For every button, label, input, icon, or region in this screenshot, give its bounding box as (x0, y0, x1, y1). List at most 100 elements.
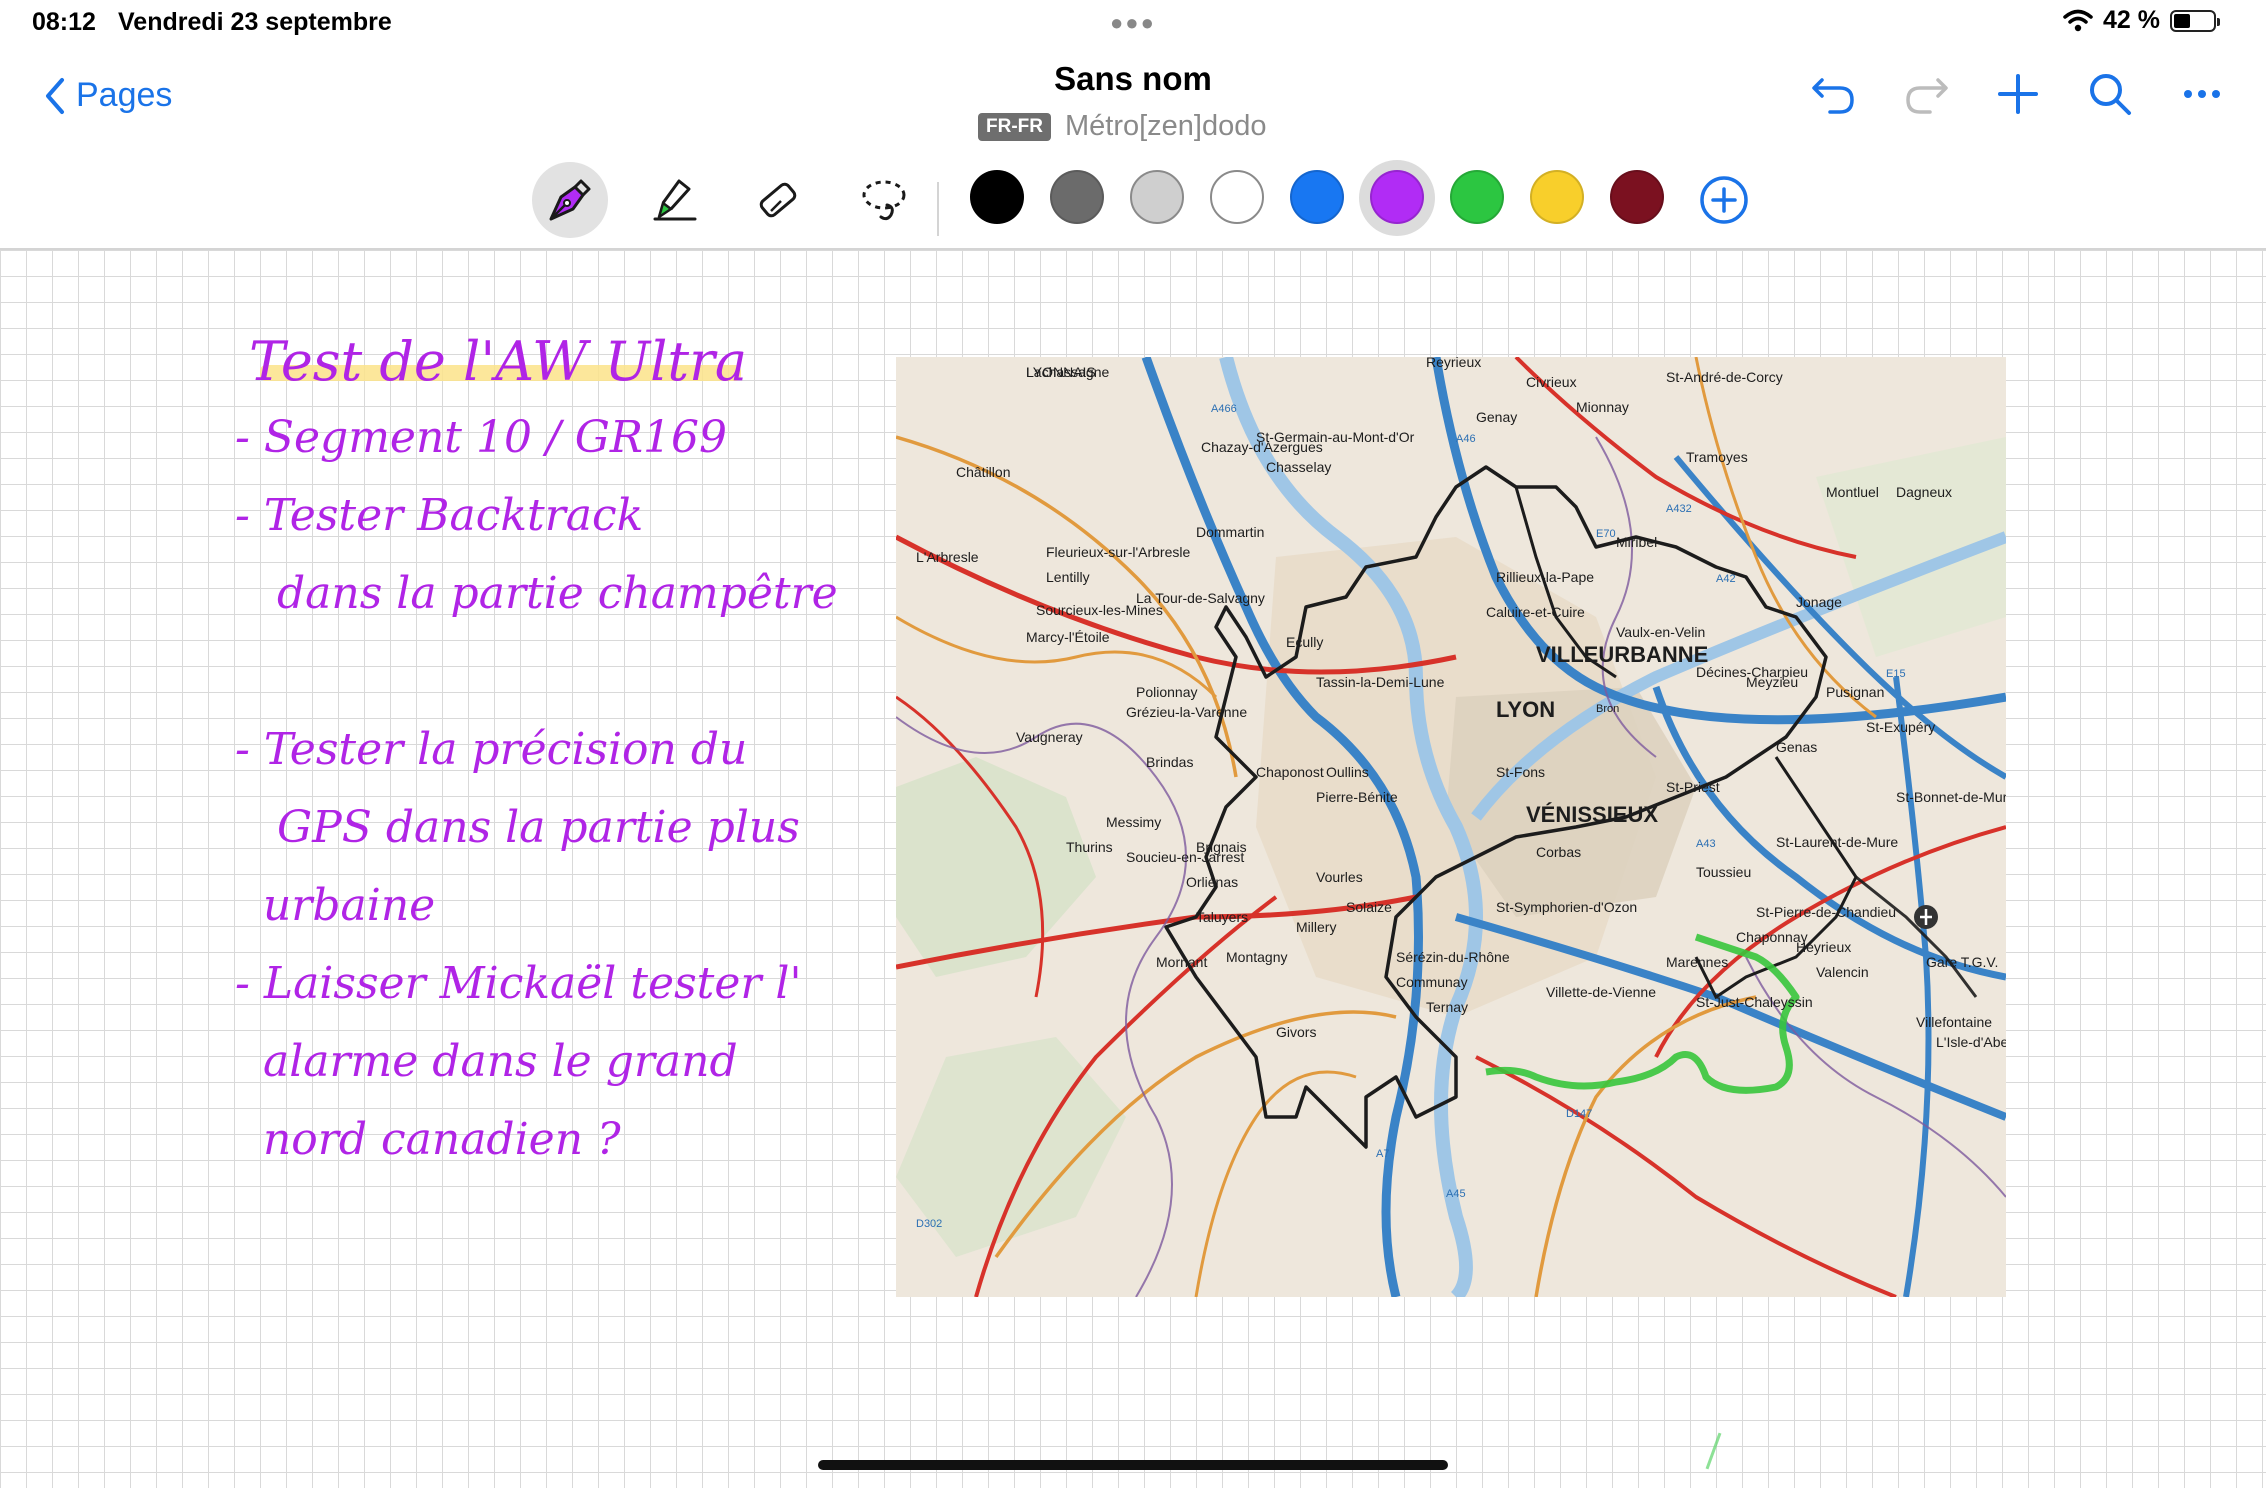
nav-actions (1810, 70, 2226, 118)
map-label: A42 (1716, 573, 1736, 585)
map-label: Oullins (1326, 764, 1369, 780)
map-label: L'Isle-d'Abeau (1936, 1034, 2006, 1050)
map-label: Dommartin (1196, 524, 1264, 540)
color-swatch-7[interactable] (1530, 170, 1584, 224)
pen-tool-button[interactable] (532, 162, 608, 238)
map-label: Orliénas (1186, 874, 1238, 890)
highlighter-icon (653, 179, 697, 221)
status-bar: 08:12 Vendredi 23 septembre ●●● 42 % (0, 0, 2266, 48)
note-line: - Segment 10 / GR169 (235, 412, 728, 463)
document-subtitle: FR-FR Métro[zen]dodo (978, 110, 1267, 143)
color-swatch-6[interactable] (1450, 170, 1504, 224)
map-label: Ternay (1426, 999, 1468, 1015)
color-swatch-5[interactable] (1370, 170, 1424, 224)
lasso-icon (862, 180, 906, 221)
map-label: Chaponost (1256, 764, 1324, 780)
map-label: A46 (1456, 433, 1476, 445)
map-label: Bron (1596, 703, 1619, 715)
map-label: Fleurieux-sur-l'Arbresle (1046, 544, 1190, 560)
eraser-tool-button[interactable] (740, 162, 816, 238)
map-label: Communay (1396, 974, 1468, 990)
color-swatch-8[interactable] (1610, 170, 1664, 224)
undo-icon[interactable] (1810, 70, 1858, 118)
map-label: Mornant (1156, 954, 1207, 970)
redo-icon[interactable] (1902, 70, 1950, 118)
map-label: A45 (1446, 1188, 1466, 1200)
map-label: Grézieu-la-Varenne (1126, 704, 1247, 720)
map-label: Ecully (1286, 634, 1323, 650)
map-label: Marcy-l'Étoile (1026, 629, 1110, 645)
handwritten-notes[interactable]: Test de l'AW Ultra - Segment 10 / GR169 -… (235, 320, 875, 1179)
map-drawing: LachassagneReyrieuxCivrieux St-André-de-C… (896, 357, 2006, 1297)
map-label: Montluel (1826, 484, 1879, 500)
note-line (235, 633, 875, 711)
color-swatch-1[interactable] (1050, 170, 1104, 224)
map-label: Polionnay (1136, 684, 1198, 700)
embedded-map-image[interactable]: Lachassagne Reyrieux Civrieux St-André-de-C… (896, 357, 2006, 1297)
map-label: Millery (1296, 919, 1336, 935)
note-line: GPS dans la partie plus (235, 802, 800, 853)
add-page-icon[interactable] (1994, 70, 2042, 118)
color-swatch-0[interactable] (970, 170, 1024, 224)
color-swatch-3[interactable] (1210, 170, 1264, 224)
map-label: Meyzieu (1746, 674, 1798, 690)
multitasking-dots-icon[interactable]: ●●● (1110, 10, 1156, 36)
map-label: Pusignan (1826, 684, 1884, 700)
map-label: Tramoyes (1686, 449, 1748, 465)
map-label: Gare T.G.V. (1926, 954, 1998, 970)
map-label: Genas (1776, 739, 1817, 755)
notebook-name: Métro[zen]dodo (1064, 110, 1267, 142)
battery-icon (2170, 9, 2220, 32)
status-date: Vendredi 23 septembre (118, 8, 392, 36)
map-label: St-Germain-au-Mont-d'Or (1256, 429, 1415, 445)
map-label: Givors (1276, 1024, 1316, 1040)
map-label: A43 (1696, 838, 1716, 850)
color-swatch-2[interactable] (1130, 170, 1184, 224)
map-label: Châtillon (956, 464, 1010, 480)
note-line: - Tester la précision du (235, 724, 748, 775)
color-swatch-4[interactable] (1290, 170, 1344, 224)
map-label: Lentilly (1046, 569, 1090, 585)
home-indicator[interactable] (818, 1460, 1448, 1470)
map-label: St-Fons (1496, 764, 1545, 780)
map-label: Jonage (1796, 594, 1842, 610)
map-label: A466 (1211, 403, 1237, 415)
note-line: - Tester Backtrack (235, 490, 644, 541)
map-label: St-Symphorien-d'Ozon (1496, 899, 1637, 915)
toolbar-divider (937, 182, 939, 236)
map-label: Corbas (1536, 844, 1581, 860)
search-icon[interactable] (2086, 70, 2134, 118)
map-label: Pierre-Bénite (1316, 789, 1398, 805)
map-label: La Tour-de-Salvagny (1136, 590, 1265, 606)
map-label: A7 (1376, 1148, 1389, 1160)
map-label: Marennes (1666, 954, 1728, 970)
add-color-button[interactable] (1686, 162, 1762, 238)
map-label: Heyrieux (1796, 939, 1851, 955)
note-line: urbaine (235, 880, 436, 931)
note-lines: - Segment 10 / GR169 - Tester Backtrack d… (235, 399, 875, 1179)
highlighter-tool-button[interactable] (638, 162, 714, 238)
language-badge[interactable]: FR-FR (978, 112, 1051, 141)
lasso-tool-button[interactable] (846, 162, 922, 238)
map-label: Messimy (1106, 814, 1161, 830)
note-title: Test de l'AW Ultra (249, 330, 748, 393)
map-label: Brignais (1196, 839, 1247, 855)
map-label: Sérézin-du-Rhône (1396, 949, 1510, 965)
map-label: Valencin (1816, 964, 1869, 980)
map-label: St-Bonnet-de-Mure (1896, 789, 2006, 805)
map-label: Genay (1476, 409, 1517, 425)
map-label: Chasselay (1266, 459, 1331, 475)
map-label: Villette-de-Vienne (1546, 984, 1656, 1000)
note-line: nord canadien ? (235, 1114, 621, 1165)
map-label: VILLEURBANNE (1536, 642, 1708, 667)
map-label: E15 (1886, 668, 1906, 680)
map-label: Taluyers (1196, 909, 1248, 925)
more-options-icon[interactable] (2178, 70, 2226, 118)
map-label: Caluire-et-Cuire (1486, 604, 1585, 620)
map-label: L'Arbresle (916, 549, 979, 565)
map-label: Vaugneray (1016, 729, 1083, 745)
status-time: 08:12 (32, 8, 96, 36)
map-label: Vaulx-en-Velin (1616, 624, 1705, 640)
map-label: Thurins (1066, 839, 1113, 855)
map-label: Reyrieux (1426, 357, 1481, 370)
